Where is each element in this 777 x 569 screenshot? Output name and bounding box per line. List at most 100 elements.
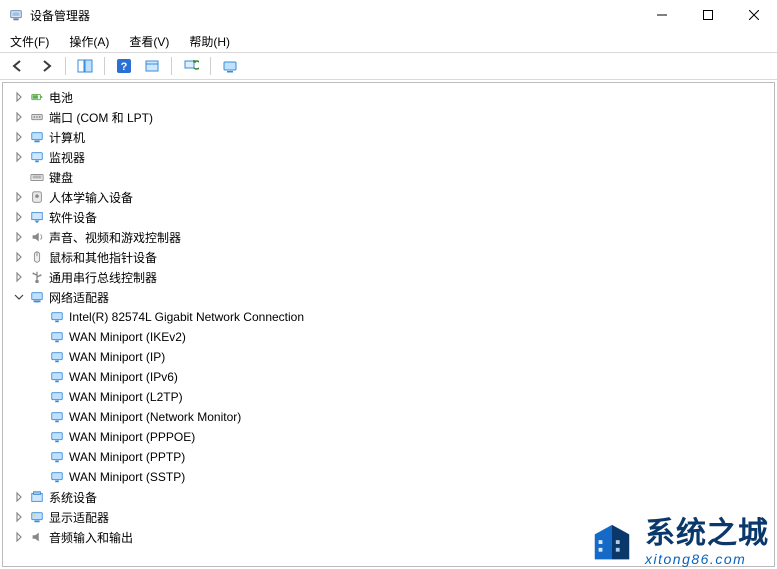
chevron-right-icon[interactable]: [11, 229, 27, 245]
toolbar-sep: [65, 57, 66, 75]
maximize-button[interactable]: [685, 0, 731, 30]
tree-device[interactable]: WAN Miniport (IKEv2): [31, 327, 772, 347]
nic-icon: [49, 449, 65, 465]
tree-category-label: 端口 (COM 和 LPT): [49, 109, 153, 126]
nic-icon: [49, 389, 65, 405]
chevron-right-icon[interactable]: [11, 89, 27, 105]
monitor-icon: [29, 149, 45, 165]
nic-icon: [49, 409, 65, 425]
tree-device[interactable]: WAN Miniport (L2TP): [31, 387, 772, 407]
chevron-right-icon[interactable]: [11, 209, 27, 225]
tree-device[interactable]: WAN Miniport (PPPOE): [31, 427, 772, 447]
tree-device-label: WAN Miniport (PPPOE): [69, 430, 195, 444]
tree-device-label: WAN Miniport (PPTP): [69, 450, 185, 464]
system-icon: [29, 489, 45, 505]
window-title: 设备管理器: [30, 7, 90, 24]
tree-category[interactable]: 通用串行总线控制器: [11, 267, 772, 287]
nic-icon: [49, 309, 65, 325]
show-hide-console-button[interactable]: [73, 55, 97, 77]
tree-device[interactable]: WAN Miniport (SSTP): [31, 467, 772, 487]
tree-category[interactable]: 显示适配器: [11, 507, 772, 527]
tree-device[interactable]: WAN Miniport (Network Monitor): [31, 407, 772, 427]
tree-category[interactable]: 音频输入和输出: [11, 527, 772, 547]
tree-device[interactable]: WAN Miniport (IPv6): [31, 367, 772, 387]
properties-toolbar-button[interactable]: [140, 55, 164, 77]
chevron-right-icon[interactable]: [11, 509, 27, 525]
tree-device-label: WAN Miniport (IKEv2): [69, 330, 186, 344]
tree-category-label: 监视器: [49, 149, 85, 166]
tree-category[interactable]: 系统设备: [11, 487, 772, 507]
nic-icon: [49, 329, 65, 345]
tree-category-label: 鼠标和其他指针设备: [49, 249, 157, 266]
battery-icon: [29, 89, 45, 105]
network-icon: [29, 289, 45, 305]
software-icon: [29, 209, 45, 225]
hid-icon: [29, 189, 45, 205]
svg-text:?: ?: [121, 61, 128, 73]
window-controls: [639, 0, 777, 30]
device-tree-panel[interactable]: 电池端口 (COM 和 LPT)计算机监视器键盘人体学输入设备软件设备声音、视频…: [2, 82, 775, 567]
computer-icon: [29, 129, 45, 145]
tree-category[interactable]: 键盘: [11, 167, 772, 187]
update-driver-button[interactable]: [218, 55, 242, 77]
help-toolbar-button[interactable]: ?: [112, 55, 136, 77]
tree-device-label: WAN Miniport (IPv6): [69, 370, 178, 384]
chevron-right-icon[interactable]: [11, 109, 27, 125]
tree-device-label: WAN Miniport (SSTP): [69, 470, 185, 484]
app-icon: [8, 7, 24, 23]
tree-device-label: Intel(R) 82574L Gigabit Network Connecti…: [69, 310, 304, 324]
chevron-right-icon[interactable]: [11, 529, 27, 545]
nic-icon: [49, 369, 65, 385]
close-button[interactable]: [731, 0, 777, 30]
tree-category[interactable]: 人体学输入设备: [11, 187, 772, 207]
minimize-button[interactable]: [639, 0, 685, 30]
nic-icon: [49, 429, 65, 445]
chevron-right-icon[interactable]: [11, 129, 27, 145]
tree-device-label: WAN Miniport (IP): [69, 350, 165, 364]
tree-category-label: 电池: [49, 89, 73, 106]
scan-hardware-button[interactable]: [179, 55, 203, 77]
nic-icon: [49, 349, 65, 365]
chevron-right-icon[interactable]: [11, 189, 27, 205]
toolbar-sep: [171, 57, 172, 75]
device-tree: 电池端口 (COM 和 LPT)计算机监视器键盘人体学输入设备软件设备声音、视频…: [3, 83, 774, 551]
menubar: 文件(F) 操作(A) 查看(V) 帮助(H): [0, 30, 777, 52]
tree-category[interactable]: 监视器: [11, 147, 772, 167]
chevron-right-icon[interactable]: [11, 149, 27, 165]
tree-category[interactable]: 电池: [11, 87, 772, 107]
tree-category[interactable]: 端口 (COM 和 LPT): [11, 107, 772, 127]
tree-device[interactable]: Intel(R) 82574L Gigabit Network Connecti…: [31, 307, 772, 327]
back-button[interactable]: [6, 55, 30, 77]
chevron-right-icon[interactable]: [11, 249, 27, 265]
tree-category-label: 通用串行总线控制器: [49, 269, 157, 286]
menu-help[interactable]: 帮助(H): [185, 31, 234, 52]
tree-category[interactable]: 声音、视频和游戏控制器: [11, 227, 772, 247]
tree-category-label: 键盘: [49, 169, 73, 186]
tree-category[interactable]: 软件设备: [11, 207, 772, 227]
menu-action[interactable]: 操作(A): [65, 31, 113, 52]
tree-device[interactable]: WAN Miniport (IP): [31, 347, 772, 367]
tree-category-label: 网络适配器: [49, 289, 109, 306]
display-icon: [29, 509, 45, 525]
sound-out-icon: [29, 529, 45, 545]
tree-device[interactable]: WAN Miniport (PPTP): [31, 447, 772, 467]
menu-view[interactable]: 查看(V): [125, 31, 173, 52]
keyboard-icon: [29, 169, 45, 185]
tree-category-label: 音频输入和输出: [49, 529, 133, 546]
chevron-right-icon[interactable]: [11, 489, 27, 505]
forward-button[interactable]: [34, 55, 58, 77]
tree-category-label: 系统设备: [49, 489, 97, 506]
chevron-down-icon[interactable]: [11, 289, 27, 305]
toolbar-sep: [210, 57, 211, 75]
tree-category[interactable]: 计算机: [11, 127, 772, 147]
tree-category[interactable]: 网络适配器: [11, 287, 772, 307]
usb-icon: [29, 269, 45, 285]
tree-device-label: WAN Miniport (Network Monitor): [69, 410, 241, 424]
tree-category[interactable]: 鼠标和其他指针设备: [11, 247, 772, 267]
tree-category-label: 人体学输入设备: [49, 189, 133, 206]
mouse-icon: [29, 249, 45, 265]
chevron-right-icon[interactable]: [11, 269, 27, 285]
tree-category-label: 软件设备: [49, 209, 97, 226]
menu-file[interactable]: 文件(F): [6, 31, 53, 52]
port-icon: [29, 109, 45, 125]
